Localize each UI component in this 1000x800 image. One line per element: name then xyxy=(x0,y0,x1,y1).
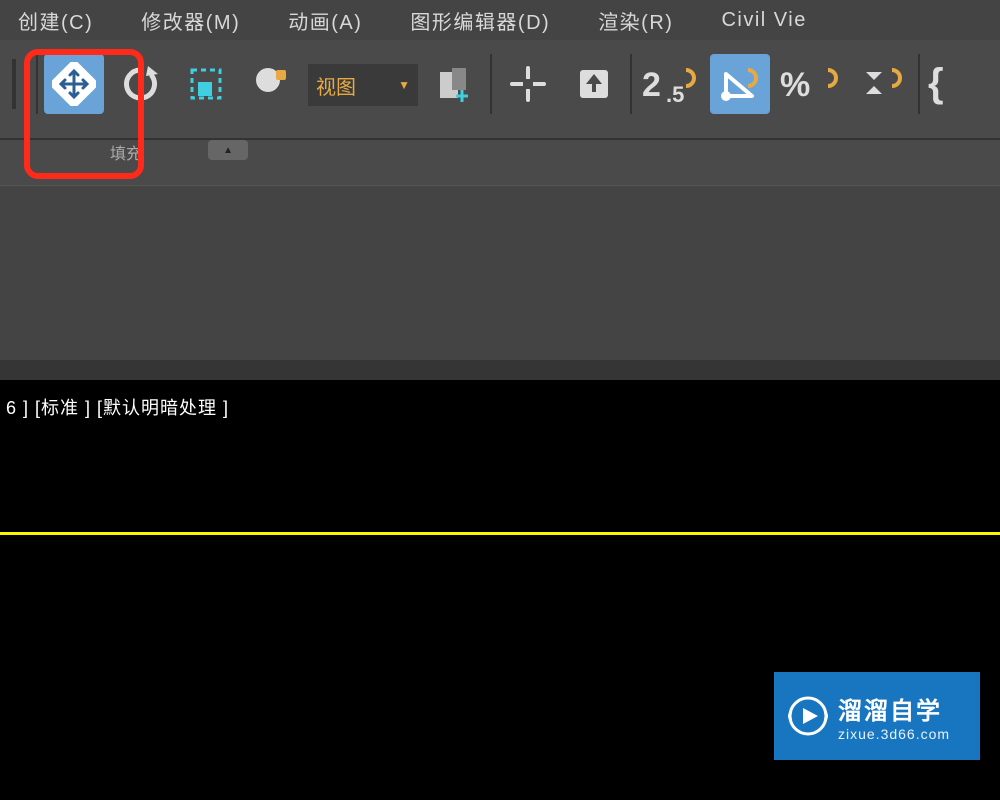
percent-snap-icon: % xyxy=(780,62,842,106)
toolbar-separator xyxy=(490,54,492,114)
angle-snap-button[interactable] xyxy=(710,54,770,114)
menubar: 创建(C) 修改器(M) 动画(A) 图形编辑器(D) 渲染(R) Civil … xyxy=(0,0,1000,40)
secondary-dropdown[interactable]: ▲ xyxy=(208,140,248,160)
svg-text:%: % xyxy=(780,66,810,104)
chevron-up-icon: ▲ xyxy=(223,145,233,156)
viewport-label: 6 ] [标准 ] [默认明暗处理 ] xyxy=(0,380,1000,420)
placement-icon xyxy=(250,62,294,106)
svg-text:.5: .5 xyxy=(666,82,684,106)
secondary-label: 填充 xyxy=(110,140,142,164)
toolbar-separator xyxy=(630,54,632,114)
crosshair-icon xyxy=(506,62,550,106)
workspace-area xyxy=(0,185,1000,360)
scale-icon xyxy=(184,62,228,106)
watermark: 溜溜自学 zixue.3d66.com xyxy=(774,672,980,760)
snap-toggle-button[interactable]: 2 .5 xyxy=(638,54,704,114)
coord-system-dropdown[interactable]: 视图 ▼ xyxy=(308,64,418,106)
placement-button[interactable] xyxy=(242,54,302,114)
move-button[interactable] xyxy=(44,54,104,114)
percent-snap-button[interactable]: % xyxy=(776,54,846,114)
coord-system-label: 视图 xyxy=(316,71,392,100)
menu-modifiers[interactable]: 修改器(M) xyxy=(141,6,240,35)
watermark-title: 溜溜自学 xyxy=(838,691,950,726)
rotate-icon xyxy=(118,62,162,106)
menu-rendering[interactable]: 渲染(R) xyxy=(598,6,673,35)
menu-animation[interactable]: 动画(A) xyxy=(288,6,362,35)
toolbar-edge-left xyxy=(6,54,30,114)
align-button[interactable] xyxy=(564,54,624,114)
chevron-down-icon: ▼ xyxy=(398,78,410,92)
brace-icon: { xyxy=(928,62,954,106)
pivot-center-icon xyxy=(432,62,476,106)
toolbar-secondary-row: 填充 ▲ xyxy=(0,140,1000,185)
scale-button[interactable] xyxy=(176,54,236,114)
move-icon xyxy=(52,62,96,106)
toolbar-separator xyxy=(918,54,920,114)
watermark-play-icon xyxy=(788,696,828,736)
watermark-url: zixue.3d66.com xyxy=(838,726,950,742)
menu-create[interactable]: 创建(C) xyxy=(18,6,93,35)
toolbar-separator xyxy=(36,54,38,114)
menu-civil-view[interactable]: Civil Vie xyxy=(721,9,806,32)
viewport-horizon-line xyxy=(0,532,1000,535)
snap-2-5-icon: 2 .5 xyxy=(642,62,700,106)
svg-text:2: 2 xyxy=(642,66,661,104)
named-selection-button[interactable]: { xyxy=(926,54,956,114)
pivot-center-button[interactable] xyxy=(424,54,484,114)
main-toolbar: 视图 ▼ xyxy=(0,40,1000,140)
svg-text:{: { xyxy=(928,62,944,105)
spinner-snap-icon xyxy=(860,62,904,106)
spinner-snap-button[interactable] xyxy=(852,54,912,114)
rotate-button[interactable] xyxy=(110,54,170,114)
arrow-up-box-icon xyxy=(572,62,616,106)
viewport-divider xyxy=(0,360,1000,380)
menu-graph-editors[interactable]: 图形编辑器(D) xyxy=(410,6,550,35)
angle-snap-icon xyxy=(718,62,762,106)
selection-center-button[interactable] xyxy=(498,54,558,114)
